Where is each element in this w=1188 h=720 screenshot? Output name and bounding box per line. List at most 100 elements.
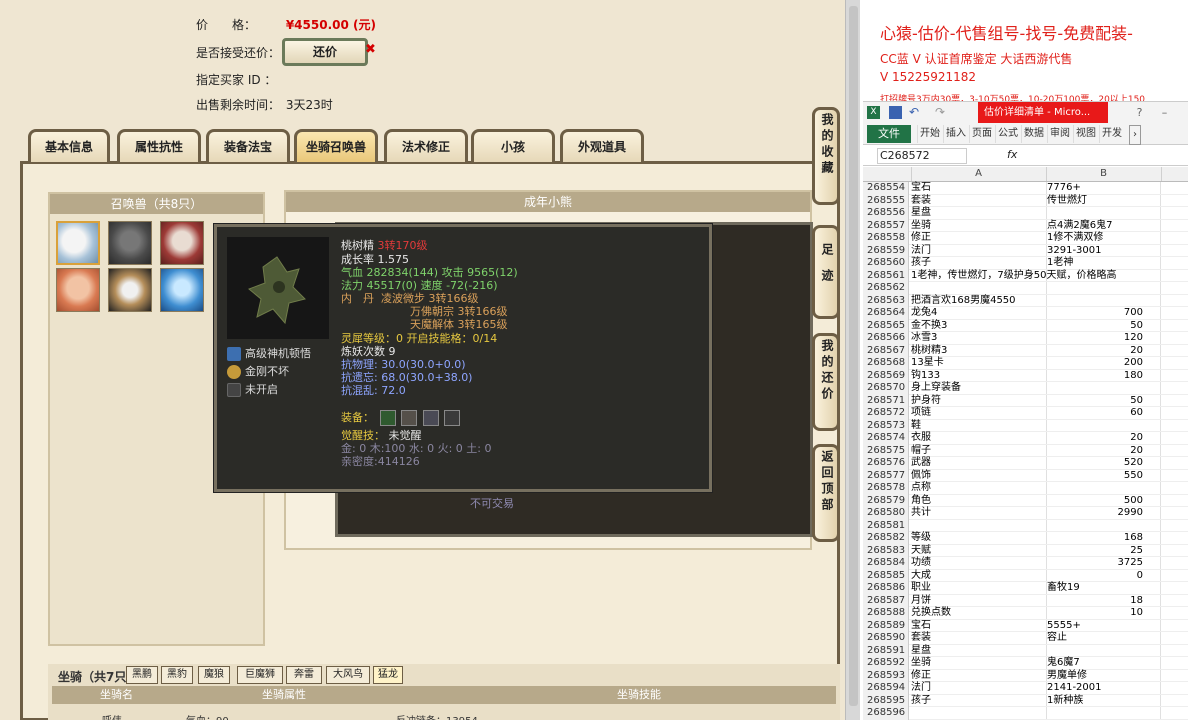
spreadsheet-row[interactable]: 268578 点称 <box>863 482 1188 495</box>
vertical-scrollbar[interactable] <box>845 0 860 720</box>
cell-a[interactable]: 宝石 <box>911 182 1045 194</box>
cell-a[interactable]: 套装 <box>911 195 1045 207</box>
column-a-header[interactable]: A <box>911 167 1045 181</box>
cell-a[interactable]: 职业 <box>911 582 1045 594</box>
cell-a[interactable]: 衣服 <box>911 432 1045 444</box>
spreadsheet-row[interactable]: 268584 功绩 3725 <box>863 557 1188 570</box>
cell-b[interactable]: 3291-3001 <box>1047 245 1143 257</box>
cell-b[interactable]: 1老神 <box>1047 257 1143 269</box>
cell-b[interactable]: 18 <box>1047 595 1143 607</box>
column-c-header[interactable] <box>1161 167 1188 181</box>
row-number[interactable]: 268555 <box>863 194 909 207</box>
cell-a[interactable]: 星盘 <box>911 207 1045 219</box>
spreadsheet-row[interactable]: 268570 身上穿装备 <box>863 382 1188 395</box>
name-box[interactable]: C268572 <box>877 148 967 164</box>
counter-offer-button[interactable]: 还价 <box>282 38 368 66</box>
row-number[interactable]: 268571 <box>863 394 909 407</box>
footprint-button[interactable]: 足迹 <box>812 225 840 319</box>
cell-b[interactable]: 20 <box>1047 432 1143 444</box>
row-number[interactable]: 268562 <box>863 282 909 295</box>
cell-b[interactable]: 168 <box>1047 532 1143 544</box>
cell-b[interactable]: 50 <box>1047 320 1143 332</box>
row-number[interactable]: 268559 <box>863 244 909 257</box>
cell-a[interactable]: 月饼 <box>911 595 1045 607</box>
row-number[interactable]: 268566 <box>863 332 909 345</box>
row-number[interactable]: 268592 <box>863 657 909 670</box>
row-number[interactable]: 268563 <box>863 294 909 307</box>
cell-a[interactable]: 钩133 <box>911 370 1045 382</box>
cell-a[interactable]: 大成 <box>911 570 1045 582</box>
my-counter-offers-button[interactable]: 我的还价 <box>812 333 840 431</box>
row-number[interactable]: 268586 <box>863 582 909 595</box>
cell-b[interactable]: 点4满2魔6鬼7 <box>1047 220 1143 232</box>
tab-attributes[interactable]: 属性抗性 <box>117 129 201 162</box>
spreadsheet-row[interactable]: 268579 角色 500 <box>863 494 1188 507</box>
spreadsheet-row[interactable]: 268568 13星卡 200 <box>863 357 1188 370</box>
row-number[interactable]: 268587 <box>863 594 909 607</box>
cell-b[interactable]: 180 <box>1047 370 1143 382</box>
spreadsheet-row[interactable]: 268591 星盘 <box>863 644 1188 657</box>
spreadsheet-row[interactable]: 268573 鞋 <box>863 419 1188 432</box>
cell-a[interactable]: 佩饰 <box>911 470 1045 482</box>
spreadsheet-row[interactable]: 268574 衣服 20 <box>863 432 1188 445</box>
row-number[interactable]: 268594 <box>863 682 909 695</box>
spreadsheet-row[interactable]: 268564 龙兔4 700 <box>863 307 1188 320</box>
spreadsheet-row[interactable]: 268567 桃树精3 20 <box>863 344 1188 357</box>
row-number[interactable]: 268593 <box>863 669 909 682</box>
cell-b[interactable]: 男魔单修 <box>1047 670 1143 682</box>
cell-a[interactable]: 天赋 <box>911 545 1045 557</box>
cell-a[interactable]: 项链 <box>911 407 1045 419</box>
pet-avatar-hammer[interactable] <box>160 221 204 265</box>
cell-b[interactable]: 1修不满双修 <box>1047 232 1143 244</box>
spreadsheet-row[interactable]: 268581 <box>863 519 1188 532</box>
cell-a[interactable]: 鞋 <box>911 420 1045 432</box>
cell-b[interactable]: 60 <box>1047 407 1143 419</box>
row-number[interactable]: 268569 <box>863 369 909 382</box>
cell-b[interactable]: 畜牧19 <box>1047 582 1143 594</box>
cell-a[interactable]: 等级 <box>911 532 1045 544</box>
cell-b[interactable]: 1新种族 <box>1047 695 1143 707</box>
cell-b[interactable]: 2990 <box>1047 507 1143 519</box>
scrollbar-thumb[interactable] <box>849 6 858 706</box>
spreadsheet-row[interactable]: 268575 帽子 20 <box>863 444 1188 457</box>
row-number[interactable]: 268577 <box>863 469 909 482</box>
spreadsheet-row[interactable]: 268590 套装 容止 <box>863 632 1188 645</box>
spreadsheet-row[interactable]: 268566 冰雪3 120 <box>863 332 1188 345</box>
tab-child[interactable]: 小孩 <box>471 129 555 162</box>
row-number[interactable]: 268579 <box>863 494 909 507</box>
cell-a[interactable]: 修正 <box>911 670 1045 682</box>
spreadsheet-grid[interactable]: 268554 宝石 7776+ 268555 套装 传世燃灯 268556 星盘 268557 坐… <box>863 182 1188 720</box>
row-number[interactable]: 268578 <box>863 482 909 495</box>
row-number[interactable]: 268567 <box>863 344 909 357</box>
spreadsheet-row[interactable]: 268587 月饼 18 <box>863 594 1188 607</box>
pet-avatar-stone[interactable] <box>108 221 152 265</box>
cell-a[interactable]: 宝石 <box>911 620 1045 632</box>
spreadsheet-row[interactable]: 268580 共计 2990 <box>863 507 1188 520</box>
cell-a[interactable]: 共计 <box>911 507 1045 519</box>
tab-mounts-pets[interactable]: 坐骑召唤兽 <box>294 129 378 162</box>
row-number[interactable]: 268596 <box>863 707 909 720</box>
ribbon-tab[interactable]: 开始 <box>917 125 940 143</box>
cell-b[interactable]: 容止 <box>1047 632 1143 644</box>
mount-tab-active[interactable]: 猛龙 <box>373 666 403 684</box>
row-number[interactable]: 268561 <box>863 269 909 282</box>
spreadsheet-row[interactable]: 268585 大成 0 <box>863 569 1188 582</box>
spreadsheet-row[interactable]: 268562 <box>863 282 1188 295</box>
cell-a[interactable]: 套装 <box>911 632 1045 644</box>
spreadsheet-row[interactable]: 268558 修正 1修不满双修 <box>863 232 1188 245</box>
spreadsheet-row[interactable]: 268565 金不换3 50 <box>863 319 1188 332</box>
cell-b[interactable]: 10 <box>1047 607 1143 619</box>
cell-a[interactable]: 法门 <box>911 245 1045 257</box>
row-number[interactable]: 268568 <box>863 357 909 370</box>
armor-icon[interactable] <box>422 410 439 426</box>
ribbon-file-tab[interactable]: 文件 <box>867 125 911 143</box>
pet-avatar-flower[interactable] <box>108 268 152 312</box>
spreadsheet-row[interactable]: 268595 孩子 1新种族 <box>863 694 1188 707</box>
spreadsheet-row[interactable]: 268559 法门 3291-3001 <box>863 244 1188 257</box>
row-number[interactable]: 268576 <box>863 457 909 470</box>
row-number[interactable]: 268589 <box>863 619 909 632</box>
row-number[interactable]: 268590 <box>863 632 909 645</box>
pet-avatar-ice[interactable] <box>160 268 204 312</box>
mount-tab[interactable]: 黑豹 <box>161 666 193 684</box>
ribbon-tab[interactable]: 数据 <box>1021 125 1044 143</box>
